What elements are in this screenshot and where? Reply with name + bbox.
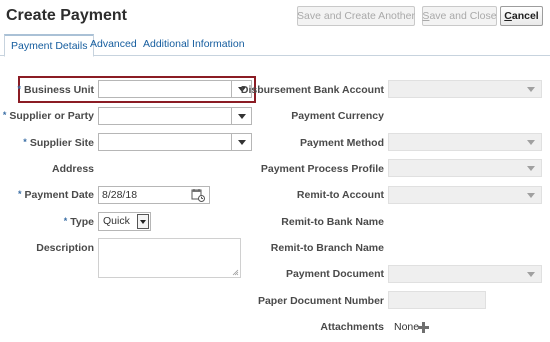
disbursement-bank-account-select[interactable] (388, 80, 542, 98)
chevron-down-icon[interactable] (231, 134, 251, 150)
chevron-down-icon (521, 187, 541, 203)
description-textarea[interactable] (98, 238, 241, 278)
save-and-create-another-label: Save and Create Another (297, 10, 415, 22)
type-value: Quick (103, 215, 130, 227)
remit-to-account-label: Remit-to Account (296, 189, 384, 201)
save-and-create-another-button[interactable]: Save and Create Another (297, 6, 415, 26)
chevron-down-icon (521, 266, 541, 282)
type-label: * Type (63, 216, 94, 228)
required-marker: * (63, 216, 68, 226)
required-marker: * (2, 110, 7, 120)
disbursement-bank-account-label: Disbursement Bank Account (240, 84, 384, 96)
plus-icon[interactable] (418, 322, 429, 333)
resize-handle-icon[interactable] (232, 269, 239, 276)
paper-document-number-input[interactable] (388, 291, 486, 309)
chevron-down-icon[interactable] (231, 108, 251, 124)
required-marker: * (18, 189, 22, 199)
supplier-site-select[interactable] (98, 133, 252, 151)
payment-process-profile-select[interactable] (388, 159, 542, 177)
remit-to-account-select[interactable] (388, 186, 542, 204)
paper-document-number-label: Paper Document Number (257, 295, 384, 307)
remit-to-branch-name-label: Remit-to Branch Name (270, 242, 384, 254)
remit-to-bank-name-label: Remit-to Bank Name (281, 216, 384, 228)
business-unit-select[interactable] (98, 80, 252, 98)
tab-payment-details[interactable]: Payment Details (4, 34, 95, 57)
chevron-down-icon (521, 81, 541, 97)
payment-process-profile-label: Payment Process Profile (260, 163, 384, 175)
page-title: Create Payment (6, 7, 127, 24)
payment-document-label: Payment Document (285, 268, 384, 280)
required-marker: * (17, 84, 21, 94)
payment-date-label: * Payment Date (18, 189, 94, 201)
chevron-down-icon[interactable] (137, 214, 149, 229)
supplier-or-party-select[interactable] (98, 107, 252, 125)
payment-method-label: Payment Method (299, 137, 384, 149)
address-label: Address (51, 163, 94, 175)
chevron-down-icon (521, 160, 541, 176)
save-and-close-button[interactable]: Save and Close (422, 6, 497, 26)
payment-document-select[interactable] (388, 265, 542, 283)
cancel-mnemonic: C (504, 10, 512, 22)
save-and-close-label: ave and Close (429, 10, 497, 22)
payment-method-select[interactable] (388, 133, 542, 151)
chevron-down-icon (521, 134, 541, 150)
supplier-site-label: * Supplier Site (23, 137, 94, 149)
payment-currency-label: Payment Currency (291, 110, 384, 122)
cancel-button[interactable]: Cancel (500, 6, 543, 26)
business-unit-label: * Business Unit (17, 84, 94, 96)
required-marker: * (23, 137, 27, 147)
description-label: Description (36, 242, 94, 254)
calendar-icon[interactable] (191, 188, 205, 202)
type-select[interactable]: Quick (98, 212, 151, 231)
tab-additional-information[interactable]: Additional Information (143, 38, 245, 50)
cancel-label: ancel (511, 10, 539, 22)
tab-bar: Payment Details Advanced Additional Info… (0, 34, 550, 57)
attachments-value: None (394, 321, 420, 333)
save-and-close-mnemonic: S (422, 10, 430, 22)
supplier-or-party-label: * Supplier or Party (2, 110, 94, 122)
tab-advanced[interactable]: Advanced (90, 38, 137, 50)
attachments-label: Attachments (320, 321, 384, 333)
